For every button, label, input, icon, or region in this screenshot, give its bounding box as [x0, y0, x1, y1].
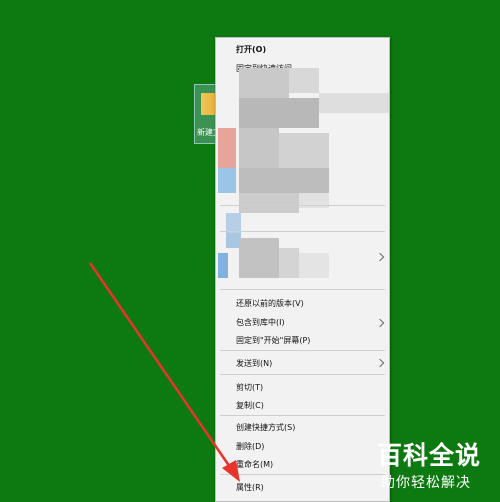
red-arrow-annotation: [88, 262, 240, 482]
watermark-subtitle: 助你轻松解决: [381, 475, 471, 491]
arrow-shaft: [88, 262, 234, 471]
watermark-title: 百科全说: [377, 441, 482, 470]
watermark: 百科全说 助你轻松解决: [365, 432, 500, 500]
arrow-head: [222, 460, 240, 482]
